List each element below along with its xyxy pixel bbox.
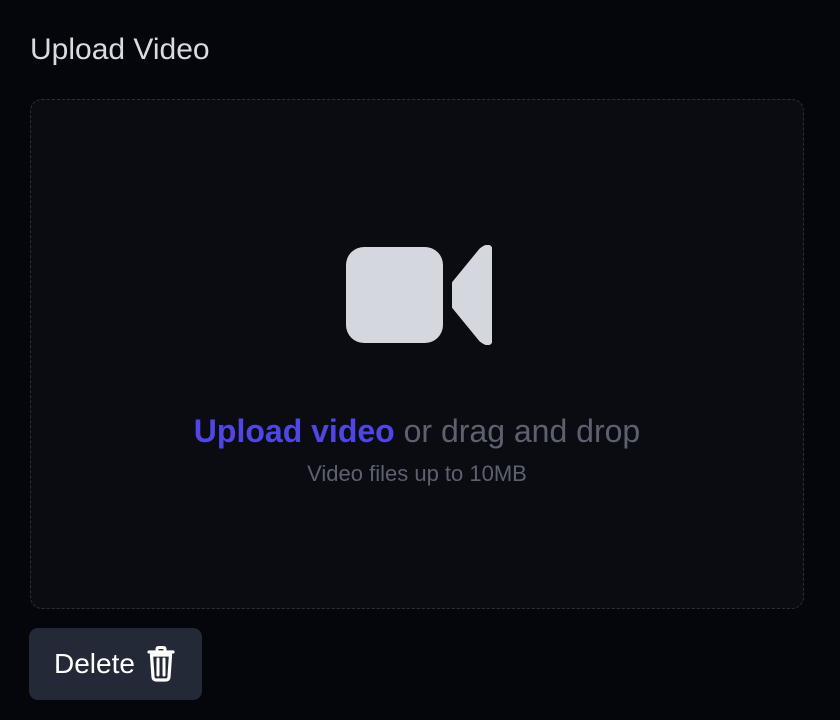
upload-video-link[interactable]: Upload video: [194, 413, 395, 449]
file-size-hint: Video files up to 10MB: [307, 461, 527, 486]
upload-instructions: Upload video or drag and drop: [31, 411, 803, 451]
delete-label: Delete: [54, 648, 135, 679]
video-camera-icon: [346, 245, 492, 345]
drag-drop-text: or drag and drop: [403, 413, 641, 449]
delete-button[interactable]: Delete: [29, 628, 202, 700]
trash-icon: [147, 646, 175, 682]
video-dropzone[interactable]: Upload video or drag and drop Video file…: [30, 99, 804, 609]
page-title: Upload Video: [30, 33, 210, 66]
